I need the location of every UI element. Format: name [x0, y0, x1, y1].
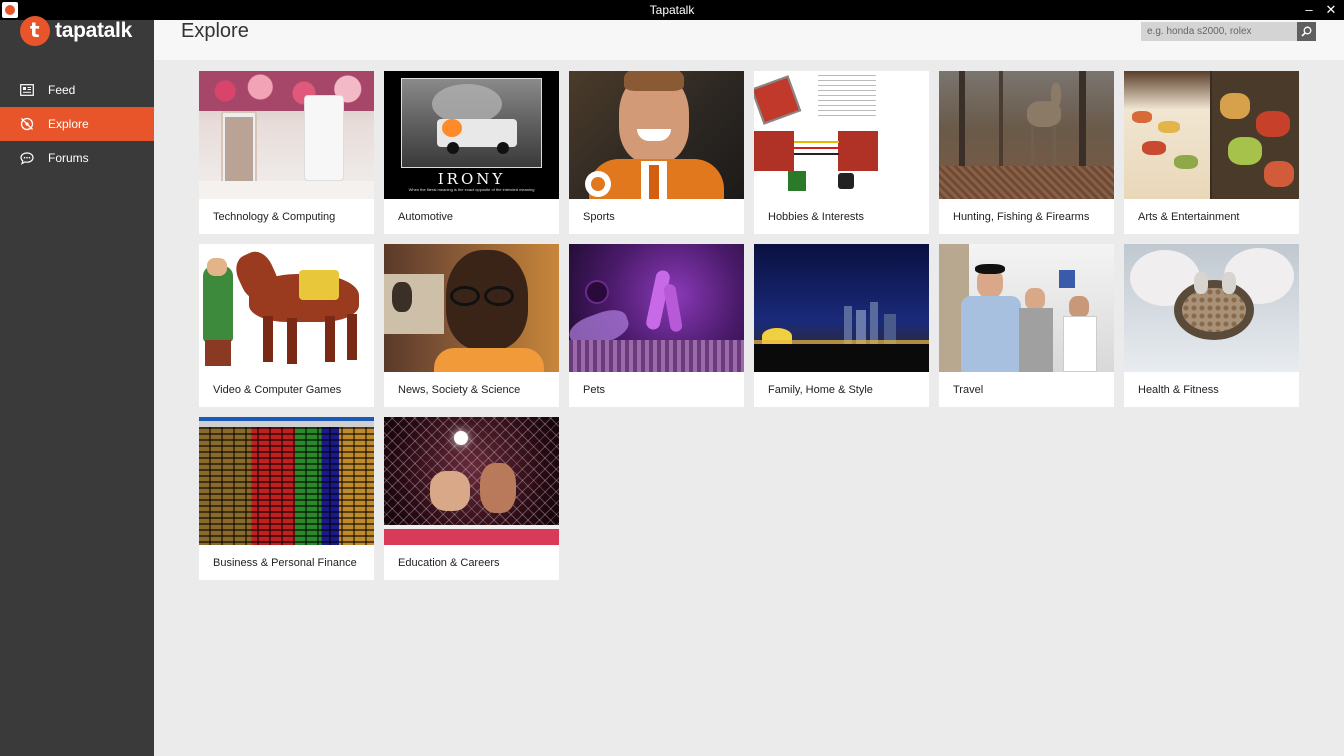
category-image [569, 71, 744, 199]
title-bar: Tapatalk – ✕ [0, 0, 1344, 20]
category-label: Hobbies & Interests [768, 211, 864, 223]
category-tile-hunting[interactable]: Hunting, Fishing & Firearms [939, 71, 1114, 234]
category-label: Health & Fitness [1138, 384, 1219, 396]
category-image: IRONY When the literal meaning is the ex… [384, 71, 559, 199]
category-image [199, 71, 374, 199]
category-label: Business & Personal Finance [213, 557, 357, 569]
category-tile-pets[interactable]: Pets [569, 244, 744, 407]
category-label: Technology & Computing [213, 211, 336, 223]
category-label: News, Society & Science [398, 384, 521, 396]
irony-caption: IRONY [437, 170, 506, 188]
category-image [1124, 244, 1299, 372]
category-label: Automotive [398, 211, 454, 223]
category-label: Video & Computer Games [213, 384, 342, 396]
sidebar-nav: Feed Explore Forums [0, 73, 154, 175]
category-image [1124, 71, 1299, 199]
category-tile-technology[interactable]: Technology & Computing [199, 71, 374, 234]
logo: tapatalk [20, 16, 132, 46]
category-tile-health[interactable]: Health & Fitness [1124, 244, 1299, 407]
category-tile-family[interactable]: Family, Home & Style [754, 244, 929, 407]
close-button[interactable]: ✕ [1322, 0, 1340, 20]
category-image [754, 71, 929, 199]
category-label: Travel [953, 384, 984, 396]
category-image [754, 244, 929, 372]
sidebar-item-forums[interactable]: Forums [0, 141, 154, 175]
logo-text: tapatalk [55, 19, 132, 42]
category-tile-video-games[interactable]: Video & Computer Games [199, 244, 374, 407]
search-input[interactable] [1141, 22, 1297, 41]
sidebar-item-feed[interactable]: Feed [0, 73, 154, 107]
category-image [199, 244, 374, 372]
sidebar-item-label: Forums [48, 151, 89, 165]
sidebar-item-explore[interactable]: Explore [0, 107, 154, 141]
page-title: Explore [181, 20, 249, 42]
category-image [384, 244, 559, 372]
category-tile-hobbies[interactable]: Hobbies & Interests [754, 71, 929, 234]
header: Explore [154, 20, 1344, 60]
category-label: Pets [583, 384, 606, 396]
tapatalk-logo-icon [20, 16, 50, 46]
category-image [569, 244, 744, 372]
category-image [939, 71, 1114, 199]
search-button[interactable] [1297, 22, 1316, 41]
search-box [1141, 22, 1316, 41]
category-tile-automotive[interactable]: IRONY When the literal meaning is the ex… [384, 71, 559, 234]
category-tile-business[interactable]: Business & Personal Finance [199, 417, 374, 580]
category-label: Education & Careers [398, 557, 500, 569]
irony-subcaption: When the literal meaning is the exact op… [408, 187, 535, 192]
category-tile-travel[interactable]: Travel [939, 244, 1114, 407]
category-image [939, 244, 1114, 372]
minimize-button[interactable]: – [1300, 0, 1318, 20]
explore-icon [19, 116, 35, 132]
category-tile-news[interactable]: News, Society & Science [384, 244, 559, 407]
forums-icon [19, 150, 35, 166]
category-label: Sports [583, 211, 615, 223]
sidebar: tapatalk Feed Explore Forums [0, 16, 154, 756]
sidebar-item-label: Explore [48, 117, 89, 131]
category-label: Arts & Entertainment [1138, 211, 1240, 223]
sidebar-item-label: Feed [48, 83, 76, 97]
category-image [384, 417, 559, 545]
category-label: Family, Home & Style [768, 384, 873, 396]
category-image [199, 417, 374, 545]
category-tile-arts[interactable]: Arts & Entertainment [1124, 71, 1299, 234]
category-label: Hunting, Fishing & Firearms [953, 211, 1090, 223]
window-title: Tapatalk [649, 3, 695, 17]
feed-icon [19, 82, 35, 98]
search-icon [1301, 26, 1312, 37]
category-tile-education[interactable]: Education & Careers [384, 417, 559, 580]
category-tile-sports[interactable]: Sports [569, 71, 744, 234]
